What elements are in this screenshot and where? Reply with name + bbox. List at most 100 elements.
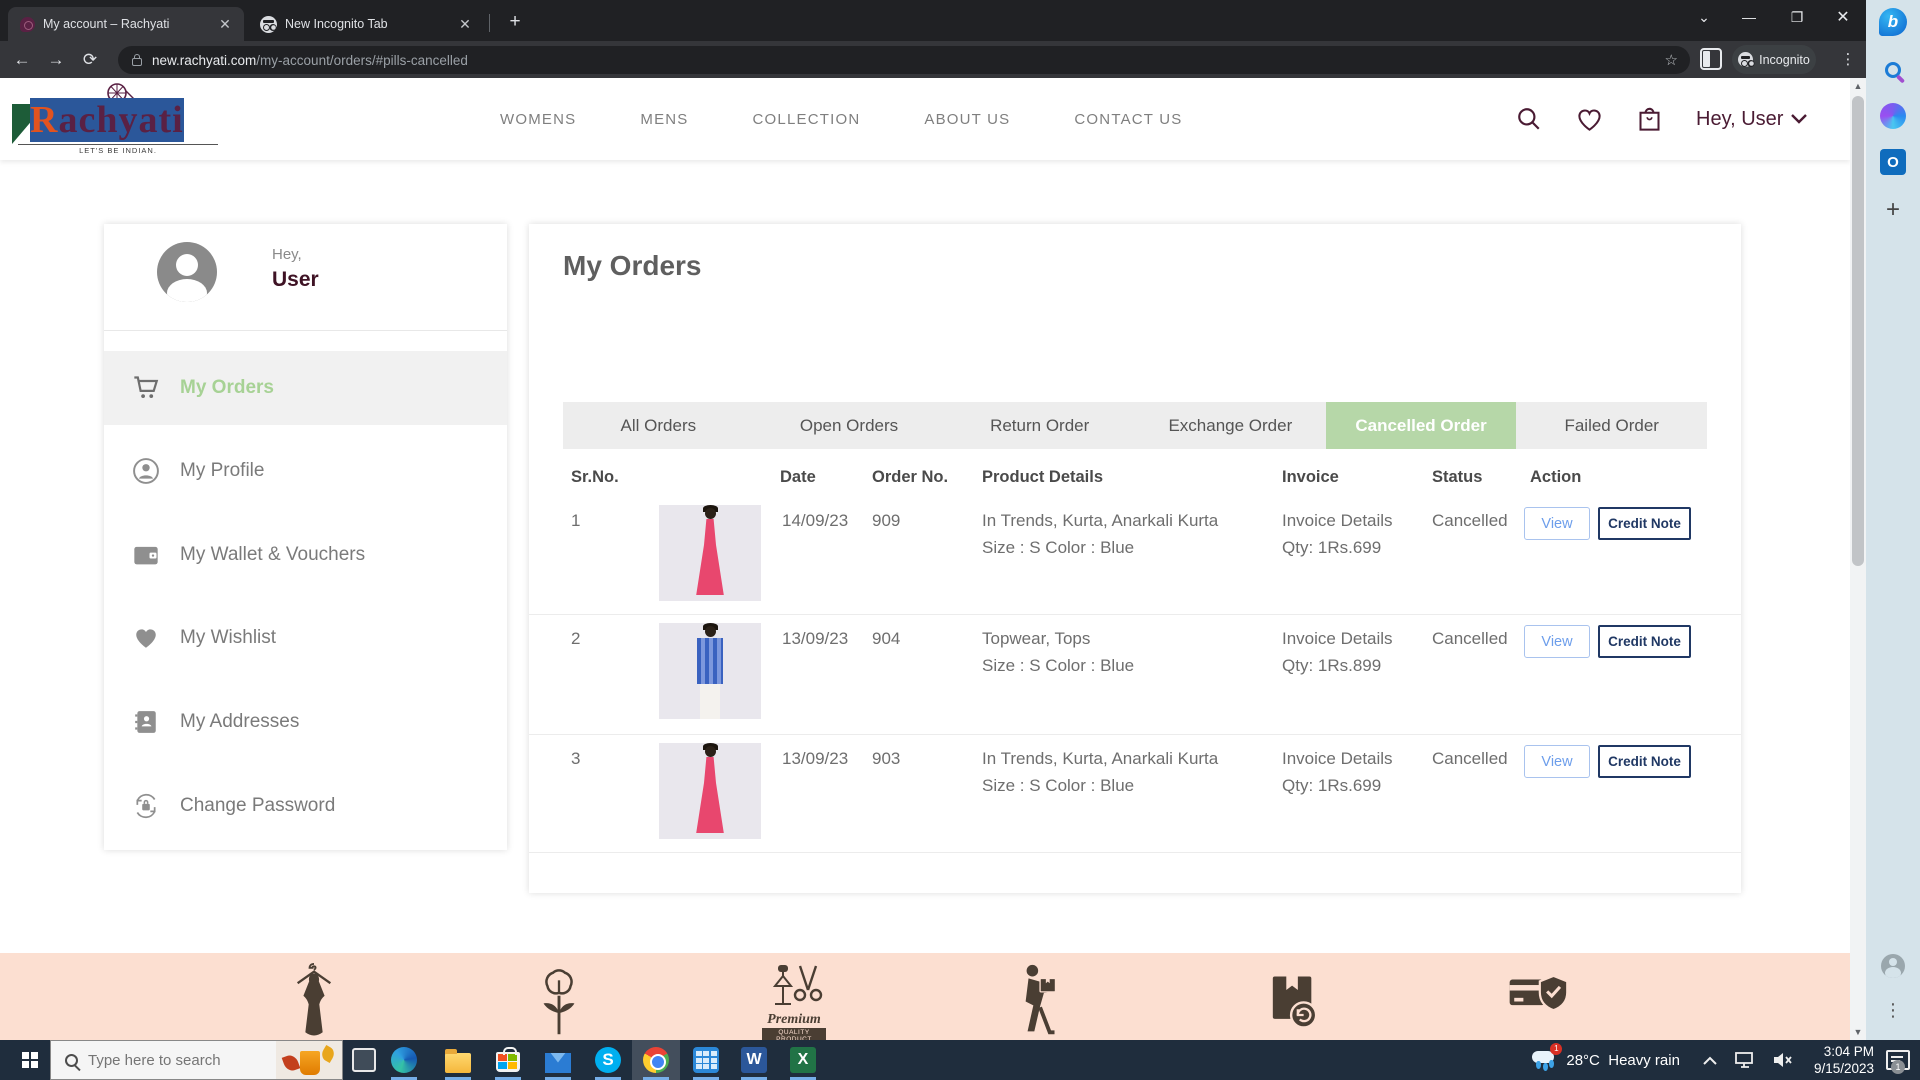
page-title: My Orders (563, 250, 702, 282)
view-button[interactable]: View (1524, 625, 1590, 658)
shopping-bag-icon[interactable] (1637, 106, 1662, 133)
reload-button[interactable]: ⟳ (76, 46, 104, 74)
rachyati-favicon (20, 17, 35, 32)
browser-tab-active[interactable]: My account – Rachyati ✕ (8, 7, 244, 41)
sidebar-item-my-wishlist[interactable]: My Wishlist (104, 614, 507, 662)
taskbar-clock[interactable]: 3:04 PM 9/15/2023 (1814, 1043, 1874, 1077)
nav-contact-us[interactable]: CONTACT US (1074, 111, 1182, 128)
window-menu-chevron[interactable]: ⌄ (1681, 0, 1727, 34)
outlook-icon[interactable] (1879, 148, 1907, 176)
tray-chevron-up-icon[interactable] (1703, 1056, 1717, 1065)
product-image-pink-anarkali-kurta[interactable] (659, 743, 761, 839)
nav-about-us[interactable]: ABOUT US (924, 111, 1010, 128)
weather-desc: Heavy rain (1608, 1052, 1680, 1069)
sidebar-item-my-profile[interactable]: My Profile (104, 447, 507, 495)
credit-note-button[interactable]: Credit Note (1598, 507, 1691, 540)
forward-button[interactable]: → (42, 46, 70, 74)
add-icon[interactable]: + (1879, 196, 1907, 224)
product-image-blue-striped-top[interactable] (659, 623, 761, 719)
start-button[interactable] (10, 1040, 50, 1080)
order-number: 904 (872, 629, 900, 649)
tab-cancelled-order[interactable]: Cancelled Order (1326, 402, 1517, 449)
weather-rain-icon: 1 (1532, 1048, 1558, 1072)
search-icon[interactable] (1516, 106, 1542, 132)
profile-icon[interactable] (1879, 952, 1907, 980)
browser-tab-strip: My account – Rachyati ✕ New Incognito Ta… (0, 0, 1866, 41)
page-scrollbar[interactable]: ▲ ▼ (1850, 78, 1866, 1040)
side-panel-icon[interactable] (1700, 48, 1722, 70)
credit-note-button[interactable]: Credit Note (1598, 625, 1691, 658)
window-minimize-button[interactable]: — (1726, 0, 1772, 34)
more-options-icon[interactable]: ⋮ (1879, 996, 1907, 1024)
window-close-button[interactable]: ✕ (1820, 0, 1866, 34)
address-bar[interactable]: new.rachyati.com /my-account/orders/#pil… (118, 46, 1690, 74)
sidebar-item-change-password[interactable]: Change Password (104, 782, 507, 830)
nav-womens[interactable]: WOMENS (500, 111, 576, 128)
invoice-details-link[interactable]: Invoice Details (1282, 749, 1393, 769)
nav-mens[interactable]: MENS (640, 111, 688, 128)
sidebar-item-label: My Profile (180, 460, 264, 482)
task-view-button[interactable] (352, 1048, 376, 1072)
tab-all-orders[interactable]: All Orders (563, 402, 754, 449)
tab-return-order[interactable]: Return Order (944, 402, 1135, 449)
copilot-icon[interactable] (1879, 102, 1907, 130)
taskbar-file-explorer[interactable] (434, 1040, 482, 1080)
view-button[interactable]: View (1524, 507, 1590, 540)
tab-close-icon[interactable]: ✕ (456, 15, 474, 33)
taskbar-mail[interactable] (534, 1040, 582, 1080)
rachyati-logo[interactable]: Rachyati LET'S BE INDIAN. (12, 82, 222, 156)
product-image-pink-anarkali-kurta[interactable] (659, 505, 761, 601)
windows-taskbar: S W X 1 28°C Heavy rain 3:04 PM 9/15/ (0, 1040, 1920, 1080)
order-srno: 3 (571, 749, 580, 769)
taskbar-word[interactable]: W (730, 1040, 778, 1080)
bing-icon[interactable]: b (1879, 8, 1907, 36)
taskbar-excel[interactable]: X (779, 1040, 827, 1080)
account-greeting[interactable]: Hey, User (1696, 108, 1807, 131)
lock-refresh-icon (131, 793, 161, 819)
scroll-down-arrow[interactable]: ▼ (1850, 1024, 1866, 1040)
invoice-details-link[interactable]: Invoice Details (1282, 511, 1393, 531)
address-book-icon (131, 709, 161, 735)
tab-close-icon[interactable]: ✕ (216, 15, 234, 33)
scroll-up-arrow[interactable]: ▲ (1850, 78, 1866, 94)
wishlist-heart-icon[interactable] (1576, 107, 1603, 132)
browser-menu-icon[interactable]: ⋮ (1836, 46, 1860, 74)
sidebar-item-label: Change Password (180, 795, 335, 817)
sidebar-item-my-orders[interactable]: My Orders (104, 351, 507, 425)
new-tab-button[interactable]: + (502, 9, 528, 35)
dress-icon (282, 963, 346, 1040)
invoice-details-link[interactable]: Invoice Details (1282, 629, 1393, 649)
taskbar-chrome[interactable] (632, 1040, 680, 1080)
window-restore-button[interactable]: ❐ (1774, 0, 1820, 34)
notification-count-badge: 1 (1891, 1060, 1905, 1074)
tab-failed-order[interactable]: Failed Order (1516, 402, 1707, 449)
premium-quality-icon: Premium QUALITY PRODUCT (762, 963, 826, 1040)
taskbar-search[interactable] (50, 1040, 343, 1080)
volume-muted-icon[interactable] (1773, 1052, 1793, 1068)
bookmark-star-icon[interactable]: ☆ (1665, 51, 1678, 69)
tab-open-orders[interactable]: Open Orders (754, 402, 945, 449)
taskbar-calculator[interactable] (682, 1040, 730, 1080)
order-product: In Trends, Kurta, Anarkali Kurta (982, 511, 1218, 531)
tab-title: New Incognito Tab (285, 17, 448, 31)
search-icon[interactable] (1879, 56, 1907, 84)
sidebar-item-my-wallet[interactable]: My Wallet & Vouchers (104, 531, 507, 579)
view-button[interactable]: View (1524, 745, 1590, 778)
back-button[interactable]: ← (8, 46, 36, 74)
col-srno: Sr.No. (571, 468, 619, 487)
taskbar-edge[interactable] (380, 1040, 428, 1080)
scrollbar-thumb[interactable] (1852, 96, 1864, 566)
browser-tab-incognito[interactable]: New Incognito Tab ✕ (248, 7, 484, 41)
credit-note-button[interactable]: Credit Note (1598, 745, 1691, 778)
order-product: In Trends, Kurta, Anarkali Kurta (982, 749, 1218, 769)
sidebar-item-my-addresses[interactable]: My Addresses (104, 698, 507, 746)
taskbar-skype[interactable]: S (584, 1040, 632, 1080)
search-input[interactable] (88, 1052, 238, 1069)
taskbar-microsoft-store[interactable] (484, 1040, 532, 1080)
greeting-text: Hey, User (1696, 108, 1783, 131)
taskbar-weather[interactable]: 1 28°C Heavy rain (1532, 1048, 1680, 1072)
network-icon[interactable] (1735, 1052, 1755, 1068)
nav-collection[interactable]: COLLECTION (753, 111, 861, 128)
action-center-icon[interactable]: 1 (1886, 1050, 1910, 1070)
tab-exchange-order[interactable]: Exchange Order (1135, 402, 1326, 449)
